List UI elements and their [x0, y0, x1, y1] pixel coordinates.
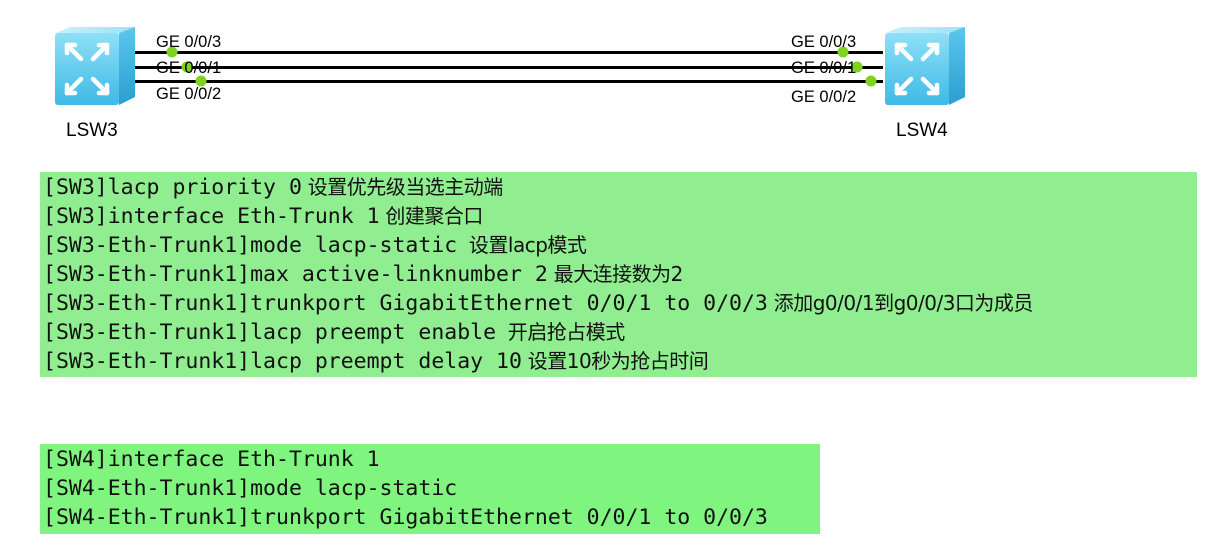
config-comment: 添加g0/0/1到g0/0/3口为成员	[767, 291, 1034, 315]
config-command: [SW3]lacp priority 0	[43, 175, 302, 200]
config-command: [SW3]interface Eth-Trunk 1	[43, 204, 380, 229]
config-line: [SW3-Eth-Trunk1]max active-linknumber 2 …	[43, 260, 1191, 289]
config-line: [SW3-Eth-Trunk1]mode lacp-static 设置lacp模…	[43, 231, 1191, 260]
config-line: [SW3]lacp priority 0 设置优先级当选主动端	[43, 173, 1191, 202]
config-line: [SW3-Eth-Trunk1]lacp preempt enable 开启抢占…	[43, 318, 1191, 347]
config-line: [SW3-Eth-Trunk1]trunkport GigabitEtherne…	[43, 289, 1191, 318]
port-label-lsw3-ge002: GE 0/0/2	[156, 85, 221, 103]
config-comment: 最大连接数为2	[547, 262, 684, 286]
device-label-lsw4: LSW4	[896, 120, 948, 141]
switch-icon[interactable]	[55, 27, 135, 105]
port-label-lsw4-ge003: GE 0/0/3	[791, 33, 856, 51]
config-line: [SW4-Eth-Trunk1]trunkport GigabitEtherne…	[43, 503, 814, 532]
config-line: [SW3-Eth-Trunk1]lacp preempt delay 10 设置…	[43, 347, 1191, 376]
sw3-config-block: [SW3]lacp priority 0 设置优先级当选主动端 [SW3]int…	[40, 172, 1197, 377]
config-command: [SW4-Eth-Trunk1]mode lacp-static	[43, 476, 458, 501]
network-topology: GE 0/0/3 GE 0/0/1 GE 0/0/2 GE 0/0/3 GE 0…	[55, 27, 965, 141]
port-label-lsw4-ge002: GE 0/0/2	[791, 88, 856, 106]
config-comment: 设置10秒为抢占时间	[521, 349, 709, 373]
port-dot	[865, 75, 877, 87]
sw4-config-block: [SW4]interface Eth-Trunk 1 [SW4-Eth-Trun…	[40, 444, 820, 534]
switch-icon[interactable]	[885, 27, 965, 105]
port-label-lsw3-ge001: GE 0/0/1	[156, 59, 221, 77]
config-line: [SW4]interface Eth-Trunk 1	[43, 445, 814, 474]
config-comment: 设置lacp模式	[457, 233, 587, 257]
config-command: [SW3-Eth-Trunk1]mode lacp-static	[43, 233, 458, 258]
config-command: [SW3-Eth-Trunk1]max active-linknumber 2	[43, 262, 548, 287]
config-command: [SW3-Eth-Trunk1]lacp preempt enable	[43, 320, 497, 345]
config-line: [SW4-Eth-Trunk1]mode lacp-static	[43, 474, 814, 503]
config-comment: 创建聚合口	[379, 204, 483, 228]
port-label-lsw3-ge003: GE 0/0/3	[156, 33, 221, 51]
config-command: [SW4-Eth-Trunk1]trunkport GigabitEtherne…	[43, 505, 768, 530]
config-command: [SW4]interface Eth-Trunk 1	[43, 447, 380, 472]
config-line: [SW3]interface Eth-Trunk 1 创建聚合口	[43, 202, 1191, 231]
config-comment: 设置优先级当选主动端	[301, 175, 504, 199]
config-command: [SW3-Eth-Trunk1]trunkport GigabitEtherne…	[43, 291, 768, 316]
config-command: [SW3-Eth-Trunk1]lacp preempt delay 10	[43, 349, 522, 374]
device-label-lsw3: LSW3	[66, 120, 118, 141]
port-label-lsw4-ge001: GE 0/0/1	[791, 59, 856, 77]
config-comment: 开启抢占模式	[496, 320, 626, 344]
